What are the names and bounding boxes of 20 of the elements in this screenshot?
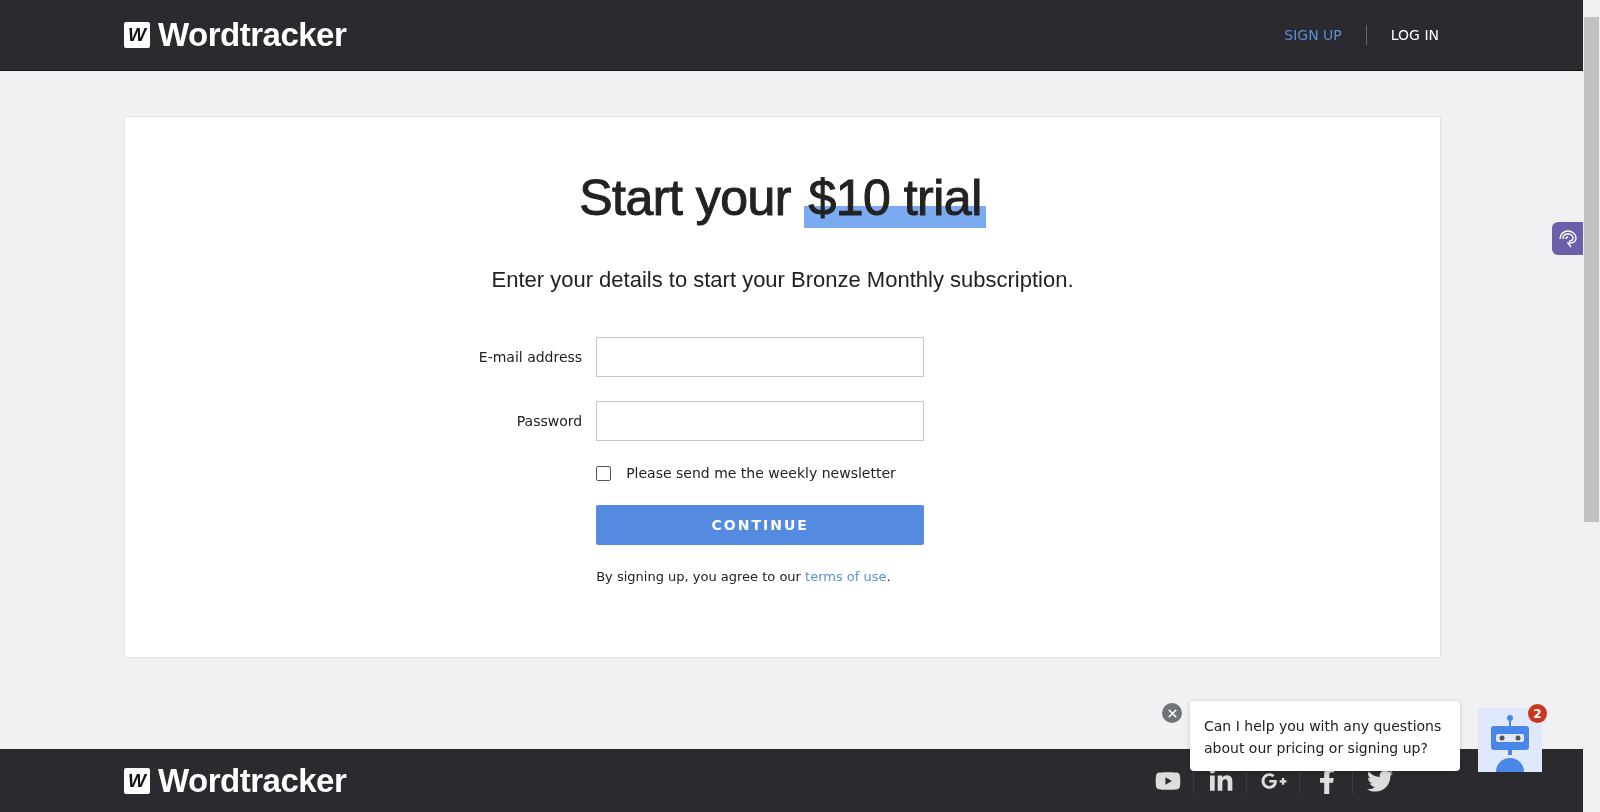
- logo-mark[interactable]: W: [124, 767, 150, 794]
- notification-badge: 2: [1528, 704, 1547, 723]
- email-field[interactable]: [596, 337, 925, 377]
- nav-link[interactable]: LOG IN: [1366, 27, 1463, 43]
- logo-text[interactable]: Wordtracker: [158, 16, 347, 54]
- logo-text[interactable]: Wordtracker: [158, 761, 347, 800]
- logo-mark[interactable]: W: [124, 22, 150, 48]
- chat-bubble: Can I help you with any questions about our pricing or signing up?: [1190, 701, 1460, 771]
- newsletter-checkbox[interactable]: [596, 465, 612, 481]
- robot-avatar[interactable]: [1478, 708, 1542, 772]
- field-label: Password: [515, 413, 583, 429]
- brain-icon[interactable]: [1552, 222, 1583, 255]
- terms-text: By signing up, you agree to our terms of use.: [596, 569, 892, 584]
- field-label: E-mail address: [478, 349, 583, 365]
- close-button[interactable]: [1162, 703, 1182, 723]
- close-icon: [1165, 706, 1179, 720]
- subtitle: Enter your details to start your Bronze Monthly subscription.: [491, 267, 1074, 293]
- password-field[interactable]: [596, 401, 925, 441]
- nav-link[interactable]: SIGN UP: [1260, 27, 1366, 43]
- newsletter-label: Please send me the weekly newsletter: [626, 465, 896, 481]
